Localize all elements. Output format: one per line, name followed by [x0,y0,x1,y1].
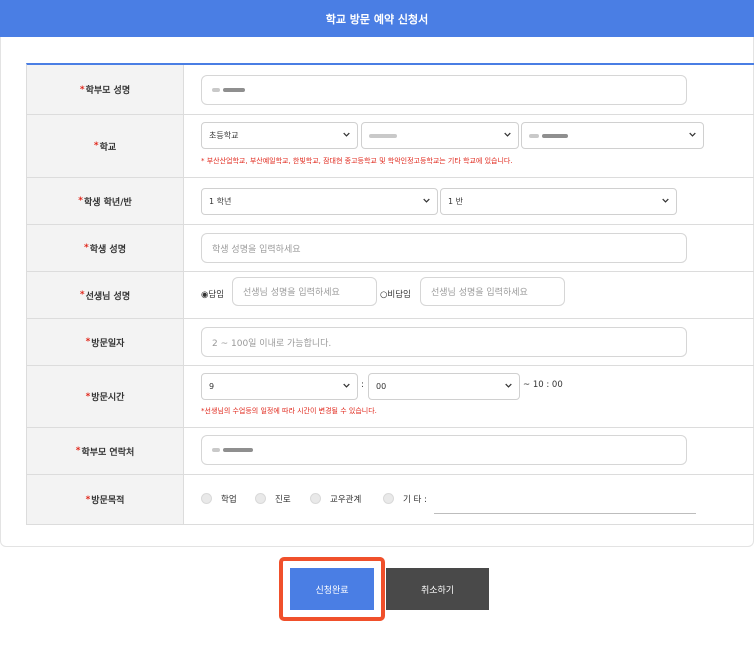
row-visit-time: * 방문시간 9 : 00 ~ 10 : 00 *선생님의 수업등의 일정에 따라… [27,366,754,428]
row-visit-purpose: * 방문목적 학업 진로 교우관계 기 타 : [27,475,754,525]
row-school: * 학교 초등학교 * 부산산업학교, 부산예일학교, 한빛학교, 잠대현 종고등… [27,115,754,178]
purpose-other-input[interactable] [434,513,696,514]
chevron-down-icon [343,383,350,388]
chevron-down-icon [504,132,511,137]
student-name-input[interactable]: 학생 성명을 입력하세요 [201,233,687,263]
homeroom-radio[interactable]: ◉담임 [201,288,224,300]
parent-phone-label: * 학부모 연락처 [27,428,184,474]
school-label: * 학교 [27,115,184,177]
purpose-other-radio[interactable] [383,493,394,504]
purpose-other-label: 기 타 : [403,495,427,505]
minute-select[interactable]: 00 [368,373,520,400]
school-notice: * 부산산업학교, 부산예일학교, 한빛학교, 잠대현 종고등학교 및 학악인정… [201,157,513,165]
school-district-select[interactable] [361,122,519,149]
purpose-career-label: 진로 [275,495,291,505]
non-homeroom-radio[interactable]: ○비담임 [380,288,411,300]
row-parent-name: * 학부모 성명 [27,65,754,115]
visit-time-label: * 방문시간 [27,366,184,427]
class-select[interactable]: 1 반 [440,188,677,215]
grade-select[interactable]: 1 학년 [201,188,438,215]
non-homeroom-teacher-input[interactable]: 선생님 성명을 입력하세요 [420,277,565,306]
purpose-study-radio[interactable] [201,493,212,504]
visit-time-notice: *선생님의 수업등의 일정에 따라 시간이 변경될 수 있습니다. [201,407,377,415]
chevron-down-icon [343,132,350,137]
hour-select[interactable]: 9 [201,373,358,400]
row-visit-date: * 방문일자 2 ~ 100일 이내로 가능합니다. [27,319,754,366]
chevron-down-icon [505,383,512,388]
row-grade-class: * 학생 학년/반 1 학년 1 반 [27,178,754,225]
page-header: 학교 방문 예약 신청서 [0,0,754,37]
visit-date-input[interactable]: 2 ~ 100일 이내로 가능합니다. [201,327,687,357]
chevron-down-icon [423,198,430,203]
row-parent-phone: * 학부모 연락처 [27,428,754,475]
parent-phone-input[interactable] [201,435,687,465]
parent-name-label: * 학부모 성명 [27,65,184,114]
teacher-name-label: * 선생님 성명 [27,272,184,318]
chevron-down-icon [662,198,669,203]
grade-class-label: * 학생 학년/반 [27,178,184,224]
chevron-down-icon [689,132,696,137]
cancel-button[interactable]: 취소하기 [386,568,489,610]
time-separator: : [361,380,364,390]
page-title: 학교 방문 예약 신청서 [325,12,429,26]
visit-form: * 학부모 성명 * 학교 초등학교 * 부산산업학교, 부산예일학교, 한빛학… [26,63,754,525]
parent-name-input[interactable] [201,75,687,105]
student-name-label: * 학생 성명 [27,225,184,271]
row-student-name: * 학생 성명 학생 성명을 입력하세요 [27,225,754,272]
purpose-study-label: 학업 [221,495,237,505]
purpose-friends-label: 교우관계 [330,495,362,505]
school-level-select[interactable]: 초등학교 [201,122,358,149]
purpose-career-radio[interactable] [255,493,266,504]
visit-date-label: * 방문일자 [27,319,184,365]
homeroom-teacher-input[interactable]: 선생님 성명을 입력하세요 [232,277,377,306]
school-name-select[interactable] [521,122,704,149]
submit-button[interactable]: 신청완료 [290,568,374,610]
visit-purpose-label: * 방문목적 [27,475,184,524]
row-teacher-name: * 선생님 성명 ◉담임 선생님 성명을 입력하세요 ○비담임 선생님 성명을 입… [27,272,754,319]
purpose-friends-radio[interactable] [310,493,321,504]
end-time: ~ 10 : 00 [523,380,563,390]
